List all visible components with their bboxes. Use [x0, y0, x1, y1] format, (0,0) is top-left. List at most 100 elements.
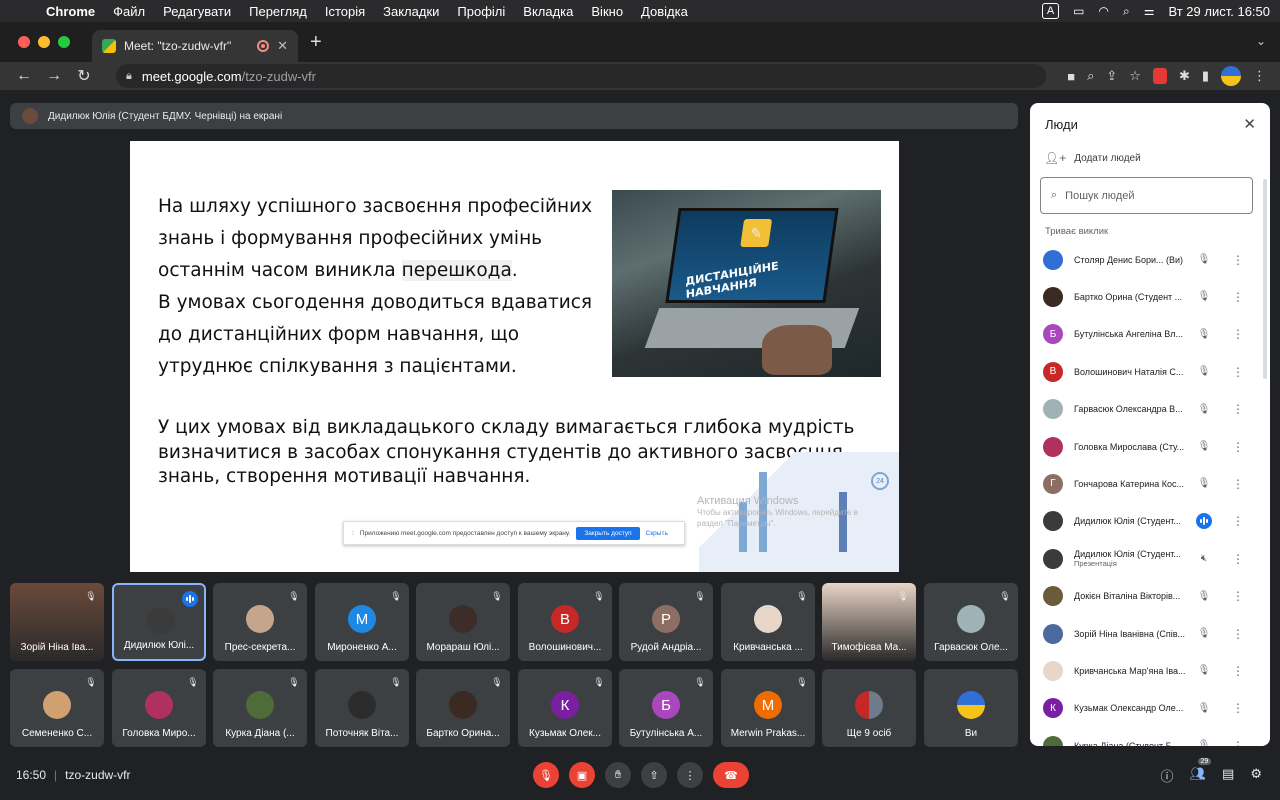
back-arrow-icon[interactable]: ←	[12, 67, 36, 85]
people-icon[interactable]: 👥︎ 29	[1190, 758, 1212, 785]
participant-tile[interactable]: M 🎙︎ Мироненко А...	[315, 583, 409, 661]
mic-toggle-button[interactable]: 🎙︎	[533, 762, 559, 788]
more-vert-icon[interactable]: ⋮	[1232, 253, 1244, 267]
stop-sharing-button[interactable]: Закрыть доступ	[576, 526, 640, 540]
bookmark-star-icon[interactable]: ☆	[1129, 68, 1141, 84]
more-options-button[interactable]: ⋮	[677, 762, 703, 788]
drag-handle-icon[interactable]: ⁞	[352, 530, 354, 537]
more-vert-icon[interactable]: ⋮	[1232, 440, 1244, 454]
participant-tile[interactable]: Р 🎙︎ Рудой Андріа...	[619, 583, 713, 661]
reload-icon[interactable]: ↻	[72, 66, 96, 86]
more-vert-icon[interactable]: ⋮	[1232, 627, 1244, 641]
participant-tile[interactable]: Ще 9 осіб	[822, 669, 916, 747]
close-window-button[interactable]	[18, 36, 30, 48]
extensions-puzzle-icon[interactable]: ✱	[1179, 68, 1190, 84]
menu-app[interactable]: Chrome	[46, 4, 95, 19]
chat-icon[interactable]: ▤	[1222, 766, 1234, 785]
menu-help[interactable]: Довідка	[641, 4, 688, 19]
present-screen-button[interactable]: ⇧	[641, 762, 667, 788]
battery-icon[interactable]: ▭	[1073, 4, 1084, 18]
more-vert-icon[interactable]: ⋮	[1232, 701, 1244, 715]
participant-list-item[interactable]: Бартко Орина (Студент ... 🎙︎ ⋮	[1030, 278, 1262, 315]
menu-edit[interactable]: Редагувати	[163, 4, 231, 19]
side-panel-icon[interactable]: ▮	[1202, 68, 1209, 84]
menu-view[interactable]: Перегляд	[249, 4, 307, 19]
participant-list-item[interactable]: К Кузьмак Олександр Оле... 🎙︎ ⋮	[1030, 690, 1262, 727]
participant-tile[interactable]: M 🎙︎ Merwin Prakas...	[721, 669, 815, 747]
participant-list-item[interactable]: Гарвасюк Олександра В... 🎙︎ ⋮	[1030, 391, 1262, 428]
camera-toggle-button[interactable]: ▣	[569, 762, 595, 788]
raise-hand-button[interactable]: ✋︎	[605, 762, 631, 788]
participant-tile[interactable]: 🎙︎ Зорій Ніна Іва...	[10, 583, 104, 661]
zoom-window-button[interactable]	[58, 36, 70, 48]
more-vert-icon[interactable]: ⋮	[1232, 477, 1244, 491]
more-vert-icon[interactable]: ⋮	[1232, 552, 1244, 566]
menu-profiles[interactable]: Профілі	[457, 4, 505, 19]
search-people-input[interactable]: ⌕ Пошук людей	[1040, 177, 1253, 214]
participant-tile[interactable]: 🎙︎ Гарвасюк Оле...	[924, 583, 1018, 661]
wifi-icon[interactable]: ◠	[1099, 4, 1109, 18]
participant-list-item[interactable]: Кривчанська Мар'яна Іва... 🎙︎ ⋮	[1030, 652, 1262, 689]
extension-red-icon[interactable]	[1152, 68, 1167, 84]
participant-tile[interactable]: 🎙︎ Головка Миро...	[112, 669, 206, 747]
participant-tile[interactable]: 🎙︎ Поточняк Віта...	[315, 669, 409, 747]
participant-list-item[interactable]: Дидилюк Юлія (Студент... ⋮	[1030, 503, 1262, 540]
participant-tile[interactable]: 🎙︎ Курка Діана (...	[213, 669, 307, 747]
more-vert-icon[interactable]: ⋮	[1232, 514, 1244, 528]
participant-tile[interactable]: 🎙︎ Кривчанська ...	[721, 583, 815, 661]
participant-tile[interactable]: В 🎙︎ Волошинович...	[518, 583, 612, 661]
address-bar[interactable]: 🔒︎ meet.google.com/tzo-zudw-vfr	[116, 64, 1046, 88]
participant-tile[interactable]: Ви	[924, 669, 1018, 747]
participant-tile[interactable]: 🎙︎ Бартко Орина...	[416, 669, 510, 747]
add-people-button[interactable]: 👤︎+ Додати людей	[1044, 151, 1141, 165]
participant-tile[interactable]: 🎙︎ Тимофієва Ма...	[822, 583, 916, 661]
tab-search-chevron-icon[interactable]: ⌄	[1256, 34, 1266, 48]
forward-arrow-icon[interactable]: →	[42, 67, 66, 85]
participant-tile[interactable]: Дидилюк Юлі...	[112, 583, 206, 661]
close-icon[interactable]: ✕	[1243, 115, 1256, 133]
more-vert-icon[interactable]: ⋮	[1232, 365, 1244, 379]
participant-list-item[interactable]: Зорій Ніна Іванівна (Спів... 🎙︎ ⋮	[1030, 615, 1262, 652]
menu-bookmarks[interactable]: Закладки	[383, 4, 439, 19]
participant-list-item[interactable]: Б Бутулінська Ангеліна Вл... 🎙︎ ⋮	[1030, 316, 1262, 353]
chrome-menu-icon[interactable]: ⋮	[1253, 68, 1266, 84]
control-center-icon[interactable]: ⚌	[1144, 4, 1155, 18]
participant-list-item[interactable]: Докієн Віталіна Вікторів... 🎙︎ ⋮	[1030, 578, 1262, 615]
input-source-indicator[interactable]: A	[1041, 3, 1060, 19]
participant-tile[interactable]: 🎙︎ Морараш Юлі...	[416, 583, 510, 661]
spotlight-search-icon[interactable]: ⌕	[1123, 4, 1130, 19]
menu-window[interactable]: Вікно	[591, 4, 623, 19]
minimize-window-button[interactable]	[38, 36, 50, 48]
participant-list-item[interactable]: Головка Мирослава (Сту... 🎙︎ ⋮	[1030, 428, 1262, 465]
more-vert-icon[interactable]: ⋮	[1232, 664, 1244, 678]
new-tab-button[interactable]: +	[310, 31, 322, 54]
participant-tile[interactable]: К 🎙︎ Кузьмак Олек...	[518, 669, 612, 747]
participant-list-item[interactable]: В Волошинович Наталія С... 🎙︎ ⋮	[1030, 353, 1262, 390]
more-vert-icon[interactable]: ⋮	[1232, 290, 1244, 304]
menu-history[interactable]: Історія	[325, 4, 365, 19]
meeting-details-info-icon[interactable]: ⓘ	[1161, 766, 1174, 785]
panel-scrollbar[interactable]	[1263, 179, 1267, 379]
participant-list-item[interactable]: Столяр Денис Бори... (Ви) 🎙︎ ⋮	[1030, 241, 1262, 278]
hide-notification-link[interactable]: Скрыть	[646, 530, 668, 537]
tab-close-icon[interactable]: ✕	[277, 38, 288, 54]
zoom-icon[interactable]: ⌕	[1087, 68, 1094, 84]
more-vert-icon[interactable]: ⋮	[1232, 589, 1244, 603]
menu-tab[interactable]: Вкладка	[523, 4, 573, 19]
menubar-clock[interactable]: Вт 29 лист. 16:50	[1169, 4, 1271, 19]
activities-icon[interactable]: ⚙︎	[1250, 766, 1262, 785]
participant-list-item[interactable]: Дидилюк Юлія (Студент... Презентація 🔇︎ ⋮	[1030, 540, 1262, 577]
participant-list-item[interactable]: Г Гончарова Катерина Кос... 🎙︎ ⋮	[1030, 465, 1262, 502]
menu-file[interactable]: Файл	[113, 4, 145, 19]
participant-list-item[interactable]: Курка Діана (Студент Б... 🎙︎ ⋮	[1030, 727, 1262, 746]
participant-tile[interactable]: Б 🎙︎ Бутулінська А...	[619, 669, 713, 747]
leave-call-button[interactable]: ☎︎	[713, 762, 749, 788]
participant-tile[interactable]: 🎙︎ Прес-секрета...	[213, 583, 307, 661]
share-icon[interactable]: ⇪	[1106, 68, 1117, 84]
more-vert-icon[interactable]: ⋮	[1232, 739, 1244, 746]
more-vert-icon[interactable]: ⋮	[1232, 327, 1244, 341]
more-vert-icon[interactable]: ⋮	[1232, 402, 1244, 416]
profile-avatar-icon[interactable]	[1221, 66, 1241, 86]
participant-tile[interactable]: 🎙︎ Семененко С...	[10, 669, 104, 747]
lock-icon[interactable]: 🔒︎	[126, 70, 132, 83]
